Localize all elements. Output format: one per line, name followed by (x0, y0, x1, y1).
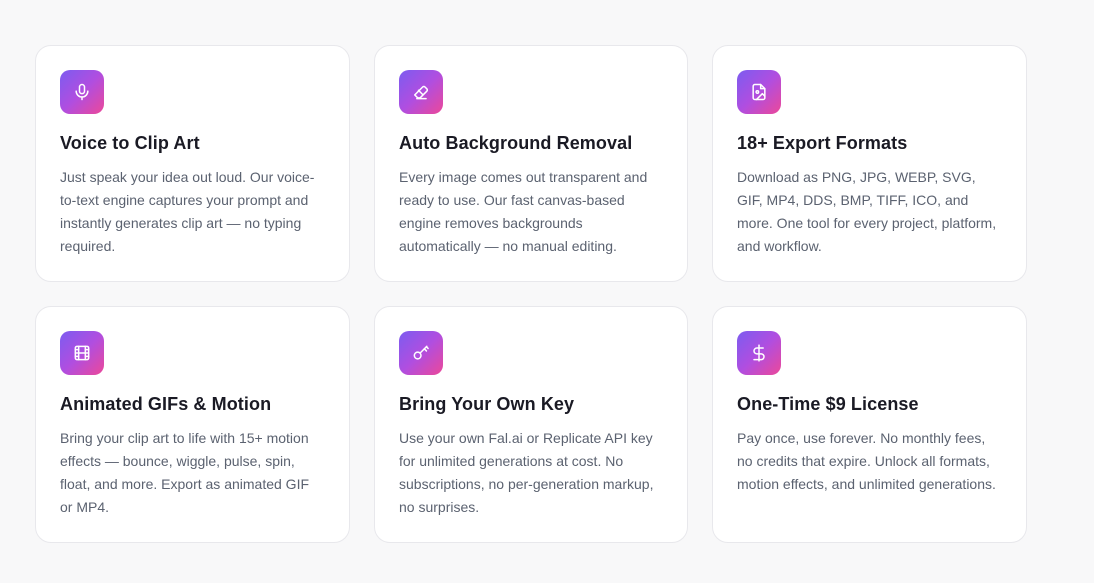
feature-description: Pay once, use forever. No monthly fees, … (737, 430, 996, 492)
eraser-icon (414, 85, 429, 100)
feature-description: Just speak your idea out loud. Our voice… (60, 169, 315, 254)
feature-card-license: One-Time $9 License Pay once, use foreve… (712, 306, 1027, 543)
film-icon (74, 345, 90, 361)
feature-description: Use your own Fal.ai or Replicate API key… (399, 430, 654, 515)
feature-description: Bring your clip art to life with 15+ mot… (60, 430, 310, 515)
dollar-icon (753, 344, 765, 362)
feature-title: 18+ Export Formats (737, 133, 908, 153)
features-grid: Voice to Clip Art Just speak your idea o… (35, 45, 1027, 543)
icon-badge (737, 70, 781, 114)
icon-badge (60, 331, 104, 375)
feature-title: One-Time $9 License (737, 394, 919, 414)
feature-card-background-removal: Auto Background Removal Every image come… (374, 45, 688, 282)
feature-title: Voice to Clip Art (60, 133, 200, 153)
feature-card-export-formats: 18+ Export Formats Download as PNG, JPG,… (712, 45, 1027, 282)
feature-card-animated-gifs: Animated GIFs & Motion Bring your clip a… (35, 306, 350, 543)
feature-card-voice: Voice to Clip Art Just speak your idea o… (35, 45, 350, 282)
icon-badge (737, 331, 781, 375)
feature-card-own-key: Bring Your Own Key Use your own Fal.ai o… (374, 306, 688, 543)
feature-description: Download as PNG, JPG, WEBP, SVG, GIF, MP… (737, 169, 997, 254)
feature-title: Auto Background Removal (399, 133, 633, 153)
microphone-icon (75, 83, 89, 101)
icon-badge (399, 331, 443, 375)
file-image-icon (752, 83, 766, 101)
feature-description: Every image comes out transparent and re… (399, 169, 648, 254)
icon-badge (60, 70, 104, 114)
key-icon (413, 345, 429, 360)
icon-badge (399, 70, 443, 114)
feature-title: Bring Your Own Key (399, 394, 575, 414)
feature-title: Animated GIFs & Motion (60, 394, 272, 414)
